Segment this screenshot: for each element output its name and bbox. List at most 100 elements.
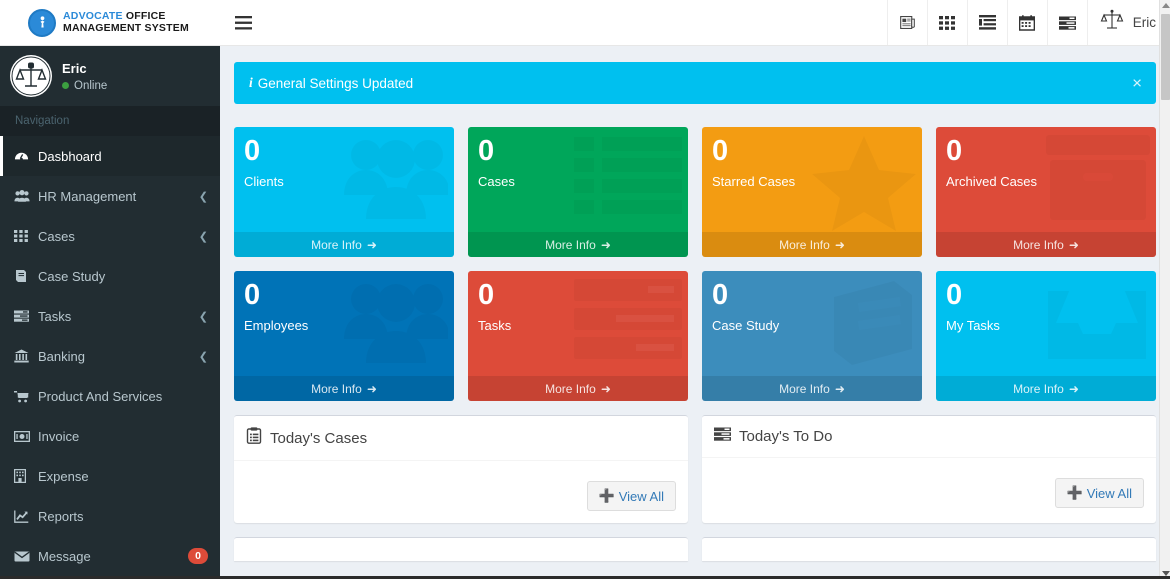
panel-title: Today's Cases xyxy=(270,429,368,447)
stat-cards-row-1: 0 Clients More Info ➜ 0 Cases More Info … xyxy=(234,127,1156,257)
avatar xyxy=(10,55,52,97)
chevron-left-icon: ❮ xyxy=(198,230,208,243)
message-badge: 0 xyxy=(188,548,208,564)
grid-icon xyxy=(14,229,38,243)
scales-of-justice-icon xyxy=(1100,8,1124,37)
chevron-left-icon: ❮ xyxy=(198,310,208,323)
body-row: Eric Online Navigation Dasbhoard HR Mana… xyxy=(0,46,1170,579)
panel-stub-right xyxy=(702,537,1156,561)
sidebar-item-reports[interactable]: Reports xyxy=(0,496,220,536)
panel-header: Today's To Do xyxy=(702,416,1156,458)
stat-card-cases[interactable]: 0 Cases More Info ➜ xyxy=(468,127,688,257)
stat-number: 0 xyxy=(712,135,729,167)
stat-number: 0 xyxy=(712,279,729,311)
stat-card-starred-cases[interactable]: 0 Starred Cases More Info ➜ xyxy=(702,127,922,257)
stat-card-clients[interactable]: 0 Clients More Info ➜ xyxy=(234,127,454,257)
more-info-label: More Info xyxy=(779,237,830,252)
content-inner: i General Settings Updated × 0 Clients M… xyxy=(220,46,1170,561)
header-user-menu[interactable]: Eric xyxy=(1086,0,1170,45)
plus-icon: ➕ xyxy=(1066,485,1083,500)
navbar-actions: Eric xyxy=(886,0,1170,45)
calendar-icon[interactable] xyxy=(1006,0,1047,45)
grid-apps-icon[interactable] xyxy=(926,0,967,45)
stat-number: 0 xyxy=(478,279,495,311)
more-info-label: More Info xyxy=(545,381,596,396)
stat-card-body: 0 Starred Cases xyxy=(702,127,922,190)
sidebar-user-info: Eric Online xyxy=(62,61,107,92)
brand-logo[interactable]: ADVOCATE OFFICE MANAGEMENT SYSTEM xyxy=(0,0,220,46)
more-info-label: More Info xyxy=(545,237,596,252)
more-info-link[interactable]: More Info ➜ xyxy=(468,232,688,257)
sidebar-user-name: Eric xyxy=(62,60,87,76)
close-icon[interactable]: × xyxy=(1132,75,1142,92)
panel-header: Today's Cases xyxy=(234,416,688,461)
sidebar-item-label: HR Management xyxy=(38,188,137,204)
sidebar-item-cases[interactable]: Cases ❮ xyxy=(0,216,220,256)
sidebar-item-invoice[interactable]: Invoice xyxy=(0,416,220,456)
more-info-link[interactable]: More Info ➜ xyxy=(234,376,454,401)
stat-card-my-tasks[interactable]: 0 My Tasks More Info ➜ xyxy=(936,271,1156,401)
more-info-label: More Info xyxy=(1013,381,1064,396)
panel-body: ➕ View All xyxy=(234,461,688,523)
stat-card-tasks[interactable]: 0 Tasks More Info ➜ xyxy=(468,271,688,401)
sidebar-menu: Dasbhoard HR Management ❮ Cases ❮ Case S… xyxy=(0,136,220,576)
sidebar-item-banking[interactable]: Banking ❮ xyxy=(0,336,220,376)
view-all-button[interactable]: ➕ View All xyxy=(1054,478,1144,508)
stat-label: Cases xyxy=(478,174,515,190)
more-info-link[interactable]: More Info ➜ xyxy=(468,376,688,401)
sidebar-item-tasks[interactable]: Tasks ❮ xyxy=(0,296,220,336)
stat-card-body: 0 My Tasks xyxy=(936,271,1156,334)
stat-label: Starred Cases xyxy=(712,174,796,190)
news-icon[interactable] xyxy=(886,0,927,45)
view-all-label: View All xyxy=(618,488,664,504)
sidebar-item-expense[interactable]: Expense xyxy=(0,456,220,496)
chart-line-icon xyxy=(14,510,38,523)
view-all-button[interactable]: ➕ View All xyxy=(586,481,676,511)
sidebar-toggle-button[interactable] xyxy=(220,0,266,45)
stat-card-case-study[interactable]: 0 Case Study More Info ➜ xyxy=(702,271,922,401)
sidebar-user-panel[interactable]: Eric Online xyxy=(0,46,220,106)
more-info-link[interactable]: More Info ➜ xyxy=(936,376,1156,401)
chevron-left-icon: ❮ xyxy=(198,190,208,203)
stat-card-body: 0 Clients xyxy=(234,127,454,190)
sidebar-item-dashboard[interactable]: Dasbhoard xyxy=(0,136,220,176)
sidebar-item-label: Tasks xyxy=(38,308,72,324)
stat-card-body: 0 Cases xyxy=(468,127,688,190)
sidebar-nav-header: Navigation xyxy=(0,106,220,136)
more-info-link[interactable]: More Info ➜ xyxy=(702,232,922,257)
more-info-link[interactable]: More Info ➜ xyxy=(702,376,922,401)
list-indent-icon[interactable] xyxy=(966,0,1007,45)
application-root: ADVOCATE OFFICE MANAGEMENT SYSTEM Eric E… xyxy=(0,0,1170,579)
envelope-icon xyxy=(14,551,38,562)
server-list-icon xyxy=(714,427,731,446)
logo-badge-icon xyxy=(28,8,56,37)
sidebar-user-status: Online xyxy=(62,80,107,92)
page-scrollbar[interactable] xyxy=(1159,0,1170,579)
chevron-left-icon: ❮ xyxy=(198,350,208,363)
stat-label: Employees xyxy=(244,318,309,334)
stat-card-body: 0 Employees xyxy=(234,271,454,334)
more-info-label: More Info xyxy=(311,237,362,252)
panels-row-next xyxy=(234,537,1156,561)
sidebar-item-product-and-services[interactable]: Product And Services xyxy=(0,376,220,416)
scroll-up-arrow-icon[interactable] xyxy=(1162,3,1170,8)
building-icon xyxy=(14,469,38,483)
sidebar-item-label: Product And Services xyxy=(38,388,163,404)
sidebar-item-hr-management[interactable]: HR Management ❮ xyxy=(0,176,220,216)
more-info-link[interactable]: More Info ➜ xyxy=(936,232,1156,257)
stat-card-body: 0 Tasks xyxy=(468,271,688,334)
plus-icon: ➕ xyxy=(598,488,615,503)
arrow-circle-right-icon: ➜ xyxy=(600,237,611,252)
brand-line1-rest: OFFICE xyxy=(122,9,166,22)
more-info-label: More Info xyxy=(311,381,362,396)
stat-card-archived-cases[interactable]: 0 Archived Cases More Info ➜ xyxy=(936,127,1156,257)
sidebar-item-message[interactable]: Message 0 xyxy=(0,536,220,576)
sidebar-item-label: Cases xyxy=(38,228,75,244)
scrollbar-thumb[interactable] xyxy=(1161,14,1170,100)
panel-todays-todo: Today's To Do ➕ View All xyxy=(702,415,1156,523)
stat-card-employees[interactable]: 0 Employees More Info ➜ xyxy=(234,271,454,401)
stat-number: 0 xyxy=(244,279,261,311)
server-list-icon[interactable] xyxy=(1046,0,1087,45)
sidebar-item-case-study[interactable]: Case Study xyxy=(0,256,220,296)
more-info-link[interactable]: More Info ➜ xyxy=(234,232,454,257)
